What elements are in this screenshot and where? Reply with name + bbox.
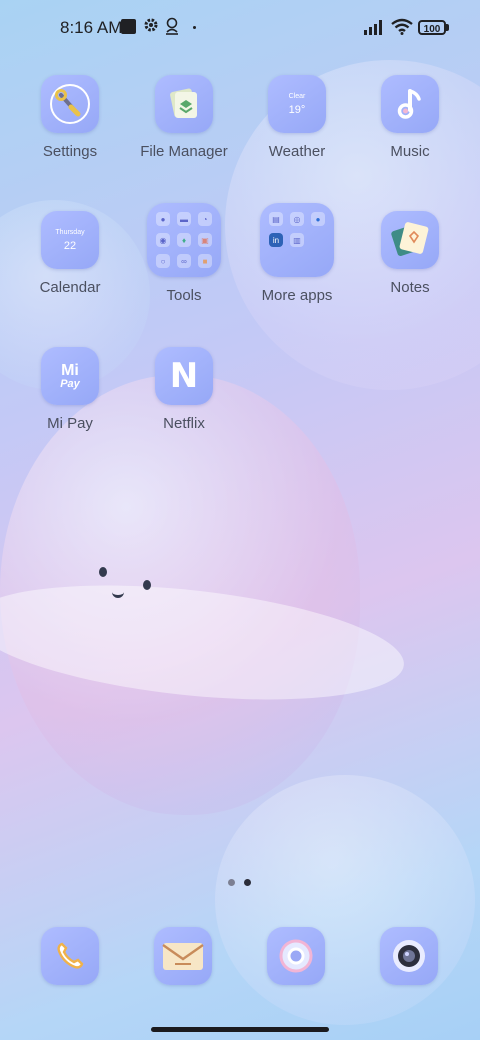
signal-icon	[364, 20, 382, 35]
dot-icon	[193, 26, 196, 29]
accessibility-icon	[166, 17, 178, 35]
gallery-icon: ▤	[269, 212, 283, 226]
folder-tools[interactable]: ● ▬ ◔ ◉ ♦ ▣ ○ ∞ ■ Tools	[129, 203, 239, 304]
mi-pay-logo-top: Mi	[61, 361, 79, 379]
weather-app-icon[interactable]: Clear 19°	[268, 75, 326, 133]
netflix-logo: N	[169, 356, 199, 396]
app-notes[interactable]: Notes	[355, 211, 465, 296]
battery-tip	[446, 24, 449, 31]
home-screen: 8:16 AM 100 Settings File Manager Clear …	[0, 0, 480, 1040]
feedback-icon: ■	[198, 254, 212, 268]
app-weather[interactable]: Clear 19° Weather	[242, 75, 352, 160]
app-label: Music	[390, 143, 430, 160]
home-indicator-bar[interactable]	[151, 1027, 329, 1032]
phone-app-icon[interactable]	[41, 927, 99, 985]
linkedin-icon: in	[269, 233, 283, 247]
app-calendar[interactable]: Thursday 22 Calendar	[15, 211, 125, 296]
calendar-date: 22	[63, 239, 77, 252]
clock-icon: ◔	[198, 212, 212, 226]
settings-app-icon[interactable]	[41, 75, 99, 133]
files-icon: ▥	[290, 233, 304, 247]
wrench-icon	[50, 84, 90, 124]
status-bar: 8:16 AM 100	[0, 0, 480, 56]
messages-app-icon[interactable]	[154, 927, 212, 985]
tools-folder-icon[interactable]: ● ▬ ◔ ◉ ♦ ▣ ○ ∞ ■	[147, 203, 221, 277]
page-indicator-dot[interactable]	[228, 879, 235, 886]
media-square-icon	[121, 19, 136, 34]
phone-icon	[57, 942, 84, 969]
empty-slot	[311, 233, 325, 247]
notes-app-icon[interactable]	[381, 211, 439, 269]
mi-pay-logo: Mi Pay	[60, 361, 80, 390]
app-label: File Manager	[140, 143, 228, 160]
app-netflix[interactable]: N Netflix	[129, 347, 239, 432]
security-icon: ◎	[290, 212, 304, 226]
status-time: 8:16 AM	[60, 18, 123, 37]
app-label: Tools	[166, 287, 202, 304]
weather-temperature: 19°	[288, 103, 306, 116]
gear-icon	[144, 18, 158, 32]
wallpaper-bubble	[215, 775, 475, 1025]
envelope-icon	[162, 943, 204, 970]
link-icon: ∞	[177, 254, 191, 268]
music-note-icon	[397, 89, 421, 119]
netflix-app-icon[interactable]: N	[155, 347, 213, 405]
calendar-widget: Thursday 22	[55, 229, 84, 252]
app-settings[interactable]: Settings	[15, 75, 125, 160]
calendar-app-icon[interactable]: Thursday 22	[41, 211, 99, 269]
camera-app-icon[interactable]	[380, 927, 438, 985]
contacts-icon: ●	[156, 212, 170, 226]
folder-more-apps[interactable]: ▤ ◎ ● in ▥ More apps	[242, 203, 352, 304]
mi-pay-app-icon[interactable]: Mi Pay	[41, 347, 99, 405]
browser-icon: ●	[311, 212, 325, 226]
app-label: Mi Pay	[47, 415, 93, 432]
app-label: Calendar	[39, 279, 101, 296]
app-file-manager[interactable]: File Manager	[129, 75, 239, 160]
weather-condition: Clear	[288, 92, 306, 100]
card-icon: ▬	[177, 212, 191, 226]
compass-icon: ○	[156, 254, 170, 268]
leaf-icon: ♦	[177, 233, 191, 247]
scanner-icon: ▣	[198, 233, 212, 247]
folder-preview-grid: ▤ ◎ ● in ▥	[269, 212, 325, 268]
weather-widget: Clear 19°	[289, 93, 306, 116]
empty-slot	[269, 254, 283, 268]
recorder-icon: ◉	[156, 233, 170, 247]
battery-icon: 100	[418, 20, 446, 35]
notes-icon	[391, 222, 429, 256]
app-label: Notes	[390, 279, 430, 296]
wallpaper-eye	[143, 580, 151, 590]
app-music[interactable]: Music	[355, 75, 465, 160]
mi-pay-logo-bottom: Pay	[60, 377, 80, 390]
calendar-day: Thursday	[55, 228, 85, 236]
app-label: More apps	[261, 287, 333, 304]
chrome-icon	[279, 939, 313, 973]
more-apps-folder-icon[interactable]: ▤ ◎ ● in ▥	[260, 203, 334, 277]
stacked-files-icon	[170, 88, 197, 118]
wallpaper-eye	[99, 567, 107, 577]
file-manager-app-icon[interactable]	[155, 75, 213, 133]
chrome-app-icon[interactable]	[267, 927, 325, 985]
camera-icon	[393, 940, 425, 972]
page-indicator-dot-active[interactable]	[244, 879, 251, 886]
empty-slot	[290, 254, 304, 268]
music-app-icon[interactable]	[381, 75, 439, 133]
wallpaper-smile	[112, 585, 124, 598]
app-label: Weather	[268, 143, 326, 160]
app-label: Settings	[42, 143, 98, 160]
app-mi-pay[interactable]: Mi Pay Mi Pay	[15, 347, 125, 432]
wifi-icon	[391, 18, 413, 35]
empty-slot	[311, 254, 325, 268]
folder-preview-grid: ● ▬ ◔ ◉ ♦ ▣ ○ ∞ ■	[156, 212, 212, 268]
app-label: Netflix	[163, 415, 205, 432]
